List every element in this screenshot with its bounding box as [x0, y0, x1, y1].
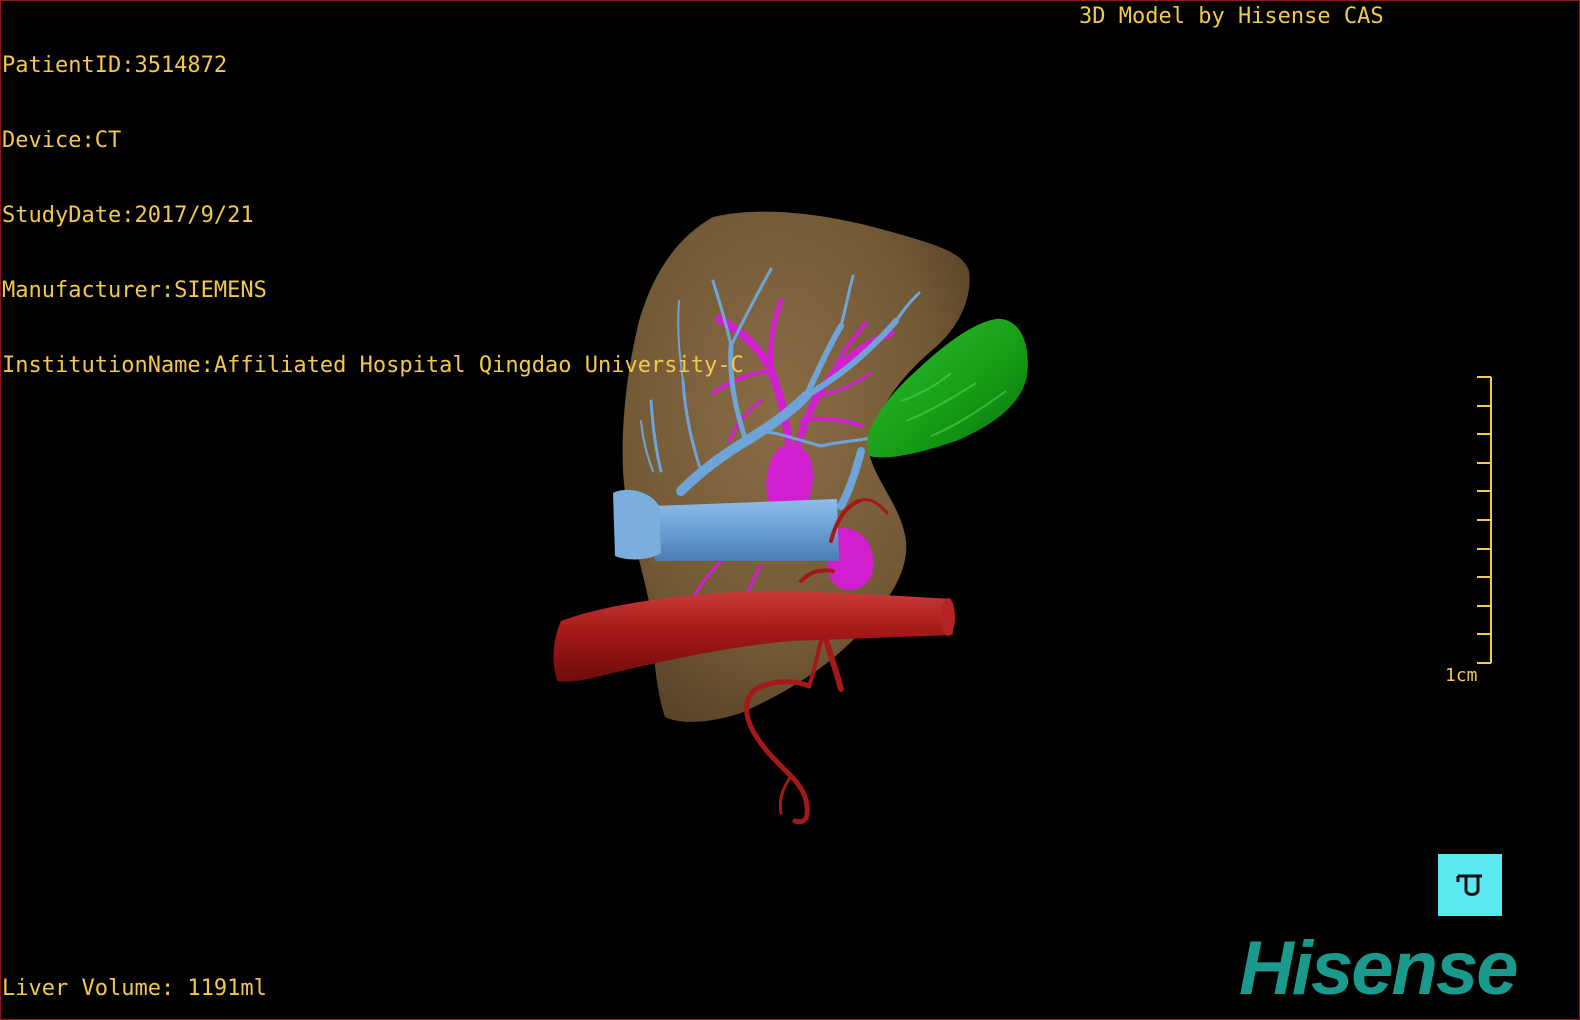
scale-bar-label: 1cm	[1445, 665, 1478, 686]
manufacturer: Manufacturer:SIEMENS	[2, 278, 267, 303]
orientation-cube-icon	[1456, 874, 1482, 896]
orientation-cube-button[interactable]	[1438, 854, 1502, 916]
device: Device:CT	[2, 128, 122, 153]
aorta-end-cap	[941, 598, 955, 636]
scale-bar	[1477, 376, 1492, 664]
dicom-info-block: PatientID:3514872 Device:CT StudyDate:20…	[2, 3, 744, 428]
study-date: StudyDate:2017/9/21	[2, 203, 254, 228]
liver-volume: Liver Volume: 1191ml	[2, 976, 267, 1001]
hisense-logo: Hisense	[1239, 926, 1518, 1011]
institution-name: InstitutionName:Affiliated Hospital Qing…	[2, 353, 744, 378]
portal-vein-main-trunk	[653, 499, 839, 561]
patient-id: PatientID:3514872	[2, 53, 228, 78]
portal-vein-flare	[613, 489, 661, 560]
3d-viewer-viewport[interactable]: PatientID:3514872 Device:CT StudyDate:20…	[0, 0, 1580, 1020]
model-credit: 3D Model by Hisense CAS	[1079, 4, 1384, 29]
